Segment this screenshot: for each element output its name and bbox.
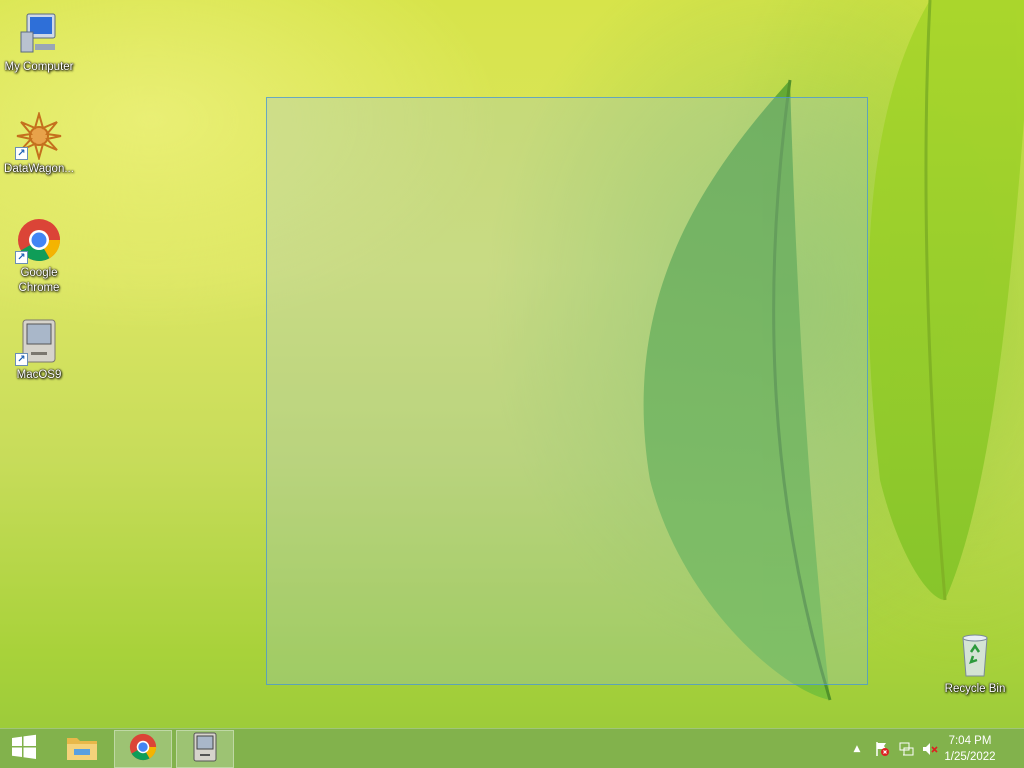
desktop-icon-label: My Computer [4,61,74,73]
chrome-icon: ↗ [15,216,63,264]
computer-icon [15,10,63,58]
classic-mac-icon [192,732,218,766]
chrome-taskbar-button[interactable] [114,730,172,768]
start-button[interactable] [0,730,48,768]
clock-time: 7:04 PM [948,735,992,747]
desktop-icon-my-computer[interactable]: My Computer [0,10,78,75]
folder-icon [65,732,99,766]
desktop-icon-label: MacOS9 [16,369,62,381]
volume-muted-icon[interactable] [920,729,940,768]
desktop-icon-label: Recycle Bin [944,683,1006,695]
desktop-icon-google-chrome[interactable]: ↗ Google Chrome [0,216,78,296]
classic-mac-icon: ↗ [15,318,63,366]
recycle-bin-icon [951,632,999,680]
file-explorer-button[interactable] [56,730,108,768]
drag-selection-rectangle [266,97,868,685]
desktop-icon-datawagon[interactable]: ↗ DataWagon... [0,110,78,177]
chrome-icon [128,732,158,766]
datawagon-icon: ↗ [15,110,63,162]
desktop-icon-macos9[interactable]: ↗ MacOS9 [0,318,78,383]
desktop-icon-recycle-bin[interactable]: Recycle Bin [936,632,1014,697]
action-center-flag-icon[interactable] [872,729,892,768]
shortcut-arrow-icon: ↗ [15,251,28,264]
windows-logo-icon [10,733,38,765]
network-icon[interactable] [896,729,916,768]
tray-overflow-button[interactable]: ▲ [848,729,866,768]
shortcut-arrow-icon: ↗ [15,353,28,366]
macos9-taskbar-button[interactable] [176,730,234,768]
shortcut-arrow-icon: ↗ [15,147,28,160]
taskbar-clock[interactable]: 7:04 PM 1/25/2022 [938,733,1002,765]
desktop-icon-label: DataWagon... [4,163,74,175]
taskbar: ▲ 7:04 PM 1/25/2022 [0,728,1024,768]
desktop-icon-label: Google Chrome [18,267,60,294]
clock-date: 1/25/2022 [944,751,996,763]
